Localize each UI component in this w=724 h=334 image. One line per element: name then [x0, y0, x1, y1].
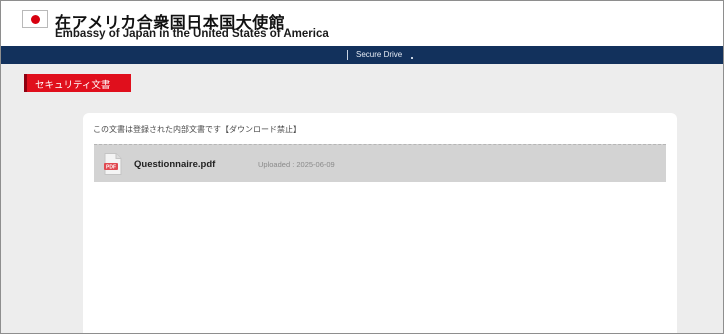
- section-badge: セキュリティ文書: [24, 74, 131, 92]
- nav-separator-dot: [411, 57, 413, 59]
- top-nav-bar: Secure Drive: [1, 46, 723, 64]
- document-card: この文書は登録された内部文書です【ダウンロード禁止】 PDF Questionn…: [83, 113, 677, 333]
- svg-text:PDF: PDF: [106, 165, 116, 171]
- site-header: 在アメリカ合衆国日本国大使館 Embassy of Japan in the U…: [1, 1, 723, 46]
- browser-page: 在アメリカ合衆国日本国大使館 Embassy of Japan in the U…: [0, 0, 724, 334]
- japan-flag-icon: [22, 10, 48, 28]
- flag-sun: [31, 15, 40, 24]
- site-title-english: Embassy of Japan in the United States of…: [55, 28, 329, 40]
- file-name[interactable]: Questionnaire.pdf: [134, 159, 215, 170]
- file-upload-date: Uploaded : 2025-06-09: [258, 160, 335, 169]
- file-row[interactable]: PDF Questionnaire.pdf Uploaded : 2025-06…: [94, 144, 666, 182]
- pdf-file-icon: PDF: [104, 153, 122, 175]
- section-badge-label: セキュリティ文書: [35, 80, 111, 91]
- nav-divider: [347, 50, 348, 60]
- nav-link-secure-drive[interactable]: Secure Drive: [356, 50, 402, 59]
- document-notice: この文書は登録された内部文書です【ダウンロード禁止】: [93, 125, 301, 134]
